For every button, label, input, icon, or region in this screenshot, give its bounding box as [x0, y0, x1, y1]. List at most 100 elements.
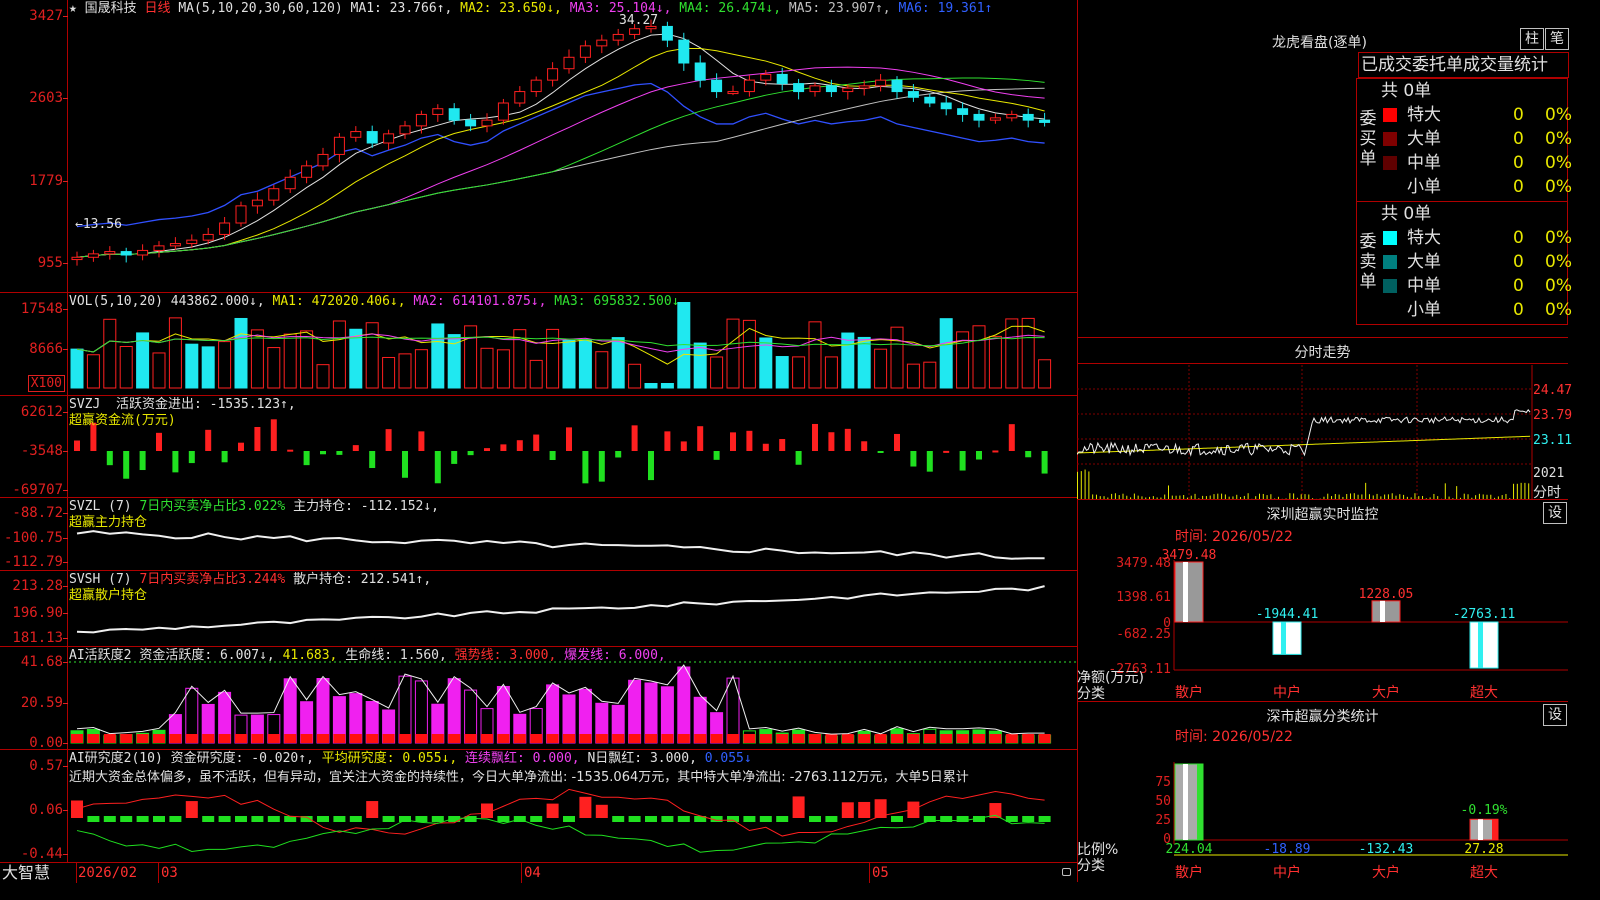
flow-bar	[959, 451, 966, 471]
candle	[612, 33, 624, 41]
volume-bar	[332, 320, 346, 389]
order-row: 特大 0 0%	[1381, 226, 1572, 250]
activity-base	[727, 734, 739, 743]
research-bar	[366, 801, 379, 818]
order-type: 小单	[1407, 177, 1441, 197]
research-bar	[563, 816, 575, 822]
intraday-panel[interactable]: 24.47 23.79 23.11 2021 分时	[1077, 365, 1572, 501]
ai-research-panel[interactable]: 0.57 0.06 -0.44 AI研究度2(10) 资金研究度: -0.020…	[0, 750, 1077, 862]
order-count: 0	[1513, 252, 1524, 272]
lock-icon[interactable]	[1062, 868, 1071, 876]
volume-bar	[644, 383, 658, 389]
sz-xlabel: 分类	[1077, 686, 1105, 702]
volume-bar	[874, 348, 888, 389]
research-bar	[481, 803, 493, 818]
candle	[579, 45, 591, 58]
svsh-panel[interactable]: 213.28 196.90 181.13 SVSH (7) 7日内买卖净占比3.…	[0, 571, 1077, 647]
flow-bar	[238, 442, 244, 451]
volume-bar	[775, 356, 789, 389]
flow-bar	[828, 432, 835, 451]
volume-bar	[710, 356, 724, 389]
swatch	[1383, 255, 1397, 269]
candle	[235, 205, 247, 224]
candle	[891, 79, 903, 93]
vol-tick: 8666	[29, 341, 68, 357]
flow-bar	[730, 432, 736, 451]
intraday-tick: 23.11	[1533, 433, 1573, 448]
volume-bar	[857, 336, 871, 389]
activity-base	[218, 734, 231, 743]
activity-base	[235, 734, 247, 743]
intraday-chart[interactable]	[1077, 365, 1568, 499]
candle	[940, 102, 952, 110]
research-bar	[235, 816, 247, 822]
candle	[760, 73, 772, 81]
volume-bar	[398, 353, 412, 389]
candle	[120, 251, 132, 256]
activity-base	[497, 734, 510, 743]
volume-bar	[218, 341, 232, 389]
candle	[284, 176, 296, 190]
flow-bar	[582, 451, 589, 484]
candle	[514, 91, 526, 104]
research-bar	[87, 816, 100, 822]
svzj-label: SVZJ	[69, 397, 101, 412]
flow-bar	[926, 451, 933, 472]
price-tick: 2603	[29, 90, 68, 106]
svzj-header: SVZJ 活跃资金进出: -1535.123↑,	[69, 397, 296, 413]
volume-bar	[119, 345, 133, 389]
activity-base	[628, 734, 641, 743]
ai-activity-panel[interactable]: 41.68 20.59 0.00 AI活跃度2 资金活跃度: 6.007↓, 4…	[0, 647, 1077, 750]
candle	[415, 113, 427, 127]
net-bar-shine	[1281, 622, 1286, 655]
date-label: 03	[161, 865, 178, 881]
order-type: 小单	[1407, 300, 1441, 320]
intraday-volume	[1168, 485, 1169, 499]
candle	[924, 96, 936, 104]
research-bar	[202, 816, 215, 822]
svzl-value: 主力持仓: -112.152↓,	[293, 499, 439, 514]
kline-chart[interactable]	[69, 0, 1077, 292]
volume-bar	[86, 354, 100, 389]
svzl-panel[interactable]: -88.72 -100.75 -112.79 SVZL (7) 7日内买卖净占比…	[0, 498, 1077, 571]
volume-bar	[201, 346, 215, 389]
flow-bar	[516, 440, 523, 451]
volume-bar	[431, 323, 445, 389]
column-view-button[interactable]: 柱	[1520, 28, 1544, 50]
brand-logo: 大智慧	[2, 863, 51, 882]
research-bar	[1022, 816, 1035, 822]
sz-net-chart[interactable]: 3479.481398.610-682.25-2763.113479.48散户-…	[1077, 500, 1568, 703]
candle	[727, 91, 739, 95]
candle	[448, 108, 460, 121]
stock-name[interactable]: 国晟科技	[85, 1, 137, 16]
activity-base	[841, 734, 854, 743]
activity-base	[399, 734, 411, 743]
swatch	[1383, 132, 1397, 146]
activity-base	[136, 734, 149, 743]
activity-base	[661, 734, 674, 743]
svzj-panel[interactable]: 62612 -3548 -69707 SVZJ 活跃资金进出: -1535.12…	[0, 396, 1077, 498]
volume-bar	[824, 356, 838, 389]
volume-bar	[382, 356, 396, 389]
volume-panel[interactable]: 17548 8666 X100 VOL(5,10,20) 443862.000↓…	[0, 293, 1077, 396]
volume-bar	[923, 361, 937, 389]
kline-panel[interactable]: 3427 2603 1779 955 ★ 国晟科技 日线 MA(5,10,20,…	[0, 0, 1077, 293]
cls-panel[interactable]: 深市超赢分类统计 设 时间: 2026/05/22 75 50 25 0 224.04 散…	[1077, 702, 1568, 882]
activity-base	[366, 734, 379, 743]
tick-view-button[interactable]: 笔	[1545, 28, 1569, 50]
research-bar	[858, 801, 871, 818]
cls-ratio-chart[interactable]: 7550250224.04散户-18.89中户-132.43大户-0.19%27…	[1077, 702, 1568, 882]
volume-bar	[808, 321, 822, 389]
swatch	[1383, 231, 1397, 245]
flow-bar	[1041, 451, 1048, 474]
period-label[interactable]: 日线	[145, 1, 171, 16]
order-type: 特大	[1407, 228, 1441, 248]
candle	[317, 153, 329, 167]
ratio-bar-edge	[1492, 819, 1498, 840]
flow-bar	[500, 444, 507, 451]
flow-bar	[943, 450, 950, 453]
category-label: 散户	[1175, 684, 1203, 701]
sz-monitor-panel[interactable]: 深圳超赢实时监控 设 时间: 2026/05/22 3479.48 1398.61…	[1077, 499, 1568, 702]
price-high-mark: 34.27	[619, 13, 659, 28]
volume-bar	[185, 343, 199, 389]
